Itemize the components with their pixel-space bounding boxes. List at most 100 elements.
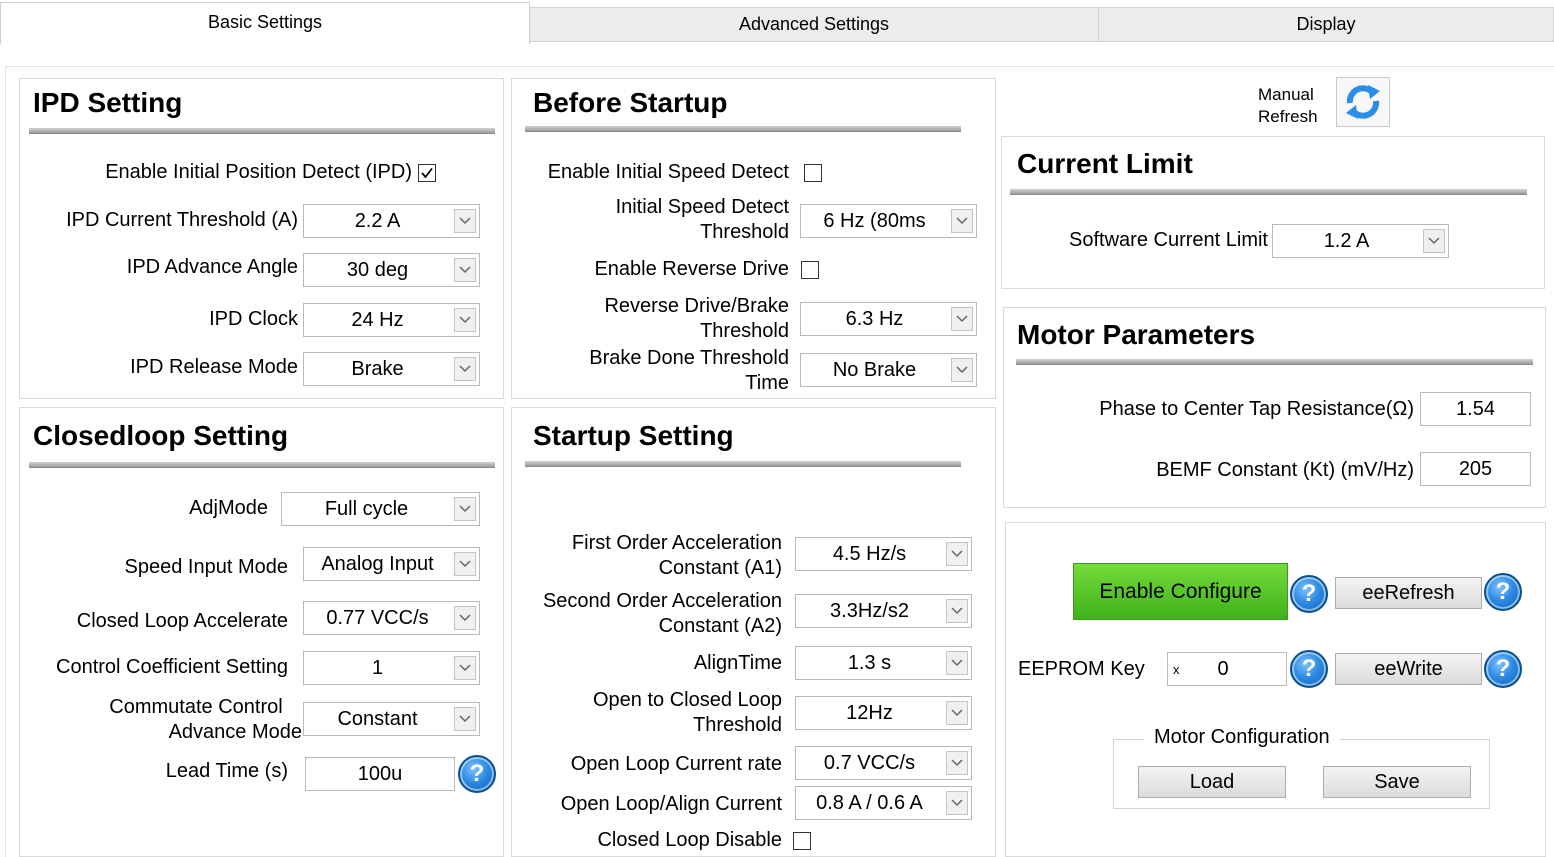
closed-loop-accelerate-select[interactable]: 0.77 VCC/s xyxy=(303,601,480,635)
chevron-down-icon[interactable] xyxy=(946,791,968,815)
motor-parameters-title-bar xyxy=(1016,359,1533,365)
tab-basic-settings[interactable]: Basic Settings xyxy=(0,2,530,44)
commutate-control-select[interactable]: Constant xyxy=(303,702,480,736)
commutate-control-label: Commutate Control Advance Mode xyxy=(109,696,302,743)
sw-current-limit-select[interactable]: 1.2 A xyxy=(1272,224,1449,258)
reverse-threshold-label: Reverse Drive/Brake Threshold xyxy=(604,295,789,342)
control-coefficient-label: Control Coefficient Setting xyxy=(56,656,288,678)
reverse-drive-label: Enable Reverse Drive xyxy=(594,258,789,280)
chevron-down-icon[interactable] xyxy=(946,542,968,566)
current-limit-title-bar xyxy=(1010,189,1527,195)
chevron-down-icon[interactable] xyxy=(951,358,973,382)
resistance-input[interactable]: 1.54 xyxy=(1420,392,1531,426)
tab-bar: Advanced Settings Display Basic Settings xyxy=(0,0,1554,44)
chevron-down-icon[interactable] xyxy=(946,651,968,675)
ipd-current-threshold-label: IPD Current Threshold (A) xyxy=(66,209,298,231)
a2-label: Second Order Acceleration Constant (A2) xyxy=(542,590,782,637)
motor-parameters-title: Motor Parameters xyxy=(1017,319,1256,350)
load-button[interactable]: Load xyxy=(1138,766,1286,798)
closed-loop-disable-checkbox[interactable] xyxy=(793,832,811,850)
ol-align-current-select[interactable]: 0.8 A / 0.6 A xyxy=(795,786,972,820)
align-time-label: AlignTime xyxy=(693,652,782,674)
closedloop-setting-title: Closedloop Setting xyxy=(33,420,289,451)
chevron-down-icon[interactable] xyxy=(454,606,476,630)
chevron-down-icon[interactable] xyxy=(454,656,476,680)
eerefresh-help-icon[interactable]: ? xyxy=(1484,573,1522,611)
enable-configure-button[interactable]: Enable Configure xyxy=(1073,563,1288,620)
chevron-down-icon[interactable] xyxy=(454,497,476,521)
chevron-down-icon[interactable] xyxy=(454,357,476,381)
closed-loop-disable-label: Closed Loop Disable xyxy=(597,829,782,851)
refresh-icon xyxy=(1346,85,1380,119)
eerefresh-button[interactable]: eeRefresh xyxy=(1335,577,1482,609)
startup-setting-title: Startup Setting xyxy=(533,420,734,451)
ipd-release-mode-label: IPD Release Mode xyxy=(130,356,298,378)
enable-configure-help-icon[interactable]: ? xyxy=(1290,575,1328,613)
startup-title-bar xyxy=(525,461,961,467)
tab-advanced-settings[interactable]: Advanced Settings xyxy=(528,7,1100,41)
bemf-constant-input[interactable]: 205 xyxy=(1420,452,1531,486)
ol-current-rate-label: Open Loop Current rate xyxy=(570,753,782,775)
lead-time-input[interactable]: 100u xyxy=(305,757,455,791)
reverse-drive-checkbox[interactable] xyxy=(801,261,819,279)
ol-current-rate-select[interactable]: 0.7 VCC/s xyxy=(795,746,972,780)
ipd-current-threshold-select[interactable]: 2.2 A xyxy=(303,204,480,238)
reverse-threshold-select[interactable]: 6.3 Hz xyxy=(800,302,977,336)
before-startup-title-bar xyxy=(525,126,961,132)
chevron-down-icon[interactable] xyxy=(454,308,476,332)
bemf-constant-label: BEMF Constant (Kt) (mV/Hz) xyxy=(1156,459,1414,481)
closed-loop-accelerate-label: Closed Loop Accelerate xyxy=(76,610,288,632)
adjmode-label: AdjMode xyxy=(189,497,268,519)
ipd-enable-checkbox[interactable] xyxy=(418,164,436,182)
chevron-down-icon[interactable] xyxy=(454,552,476,576)
ipd-setting-title: IPD Setting xyxy=(33,87,183,118)
ipd-release-mode-select[interactable]: Brake xyxy=(303,352,480,386)
save-button[interactable]: Save xyxy=(1323,766,1471,798)
lead-time-label: Lead Time (s) xyxy=(165,760,288,782)
eewrite-help-icon[interactable]: ? xyxy=(1484,650,1522,688)
align-time-select[interactable]: 1.3 s xyxy=(795,646,972,680)
ipd-advance-angle-label: IPD Advance Angle xyxy=(126,256,298,278)
isd-enable-label: Enable Initial Speed Detect xyxy=(547,161,789,183)
chevron-down-icon[interactable] xyxy=(946,701,968,725)
a2-select[interactable]: 3.3Hz/s2 xyxy=(795,594,972,628)
before-startup-title: Before Startup xyxy=(533,87,728,118)
open-to-closed-label: Open to Closed Loop Threshold xyxy=(592,689,782,736)
chevron-down-icon[interactable] xyxy=(454,707,476,731)
chevron-down-icon[interactable] xyxy=(951,209,973,233)
manual-refresh-label: Manual Refresh xyxy=(1258,85,1318,126)
chevron-down-icon[interactable] xyxy=(454,209,476,233)
resistance-label: Phase to Center Tap Resistance(Ω) xyxy=(1099,398,1414,420)
brake-done-select[interactable]: No Brake xyxy=(800,353,977,387)
adjmode-select[interactable]: Full cycle xyxy=(281,492,480,526)
speed-input-mode-label: Speed Input Mode xyxy=(124,556,288,578)
speed-input-mode-select[interactable]: Analog Input xyxy=(303,547,480,581)
control-coefficient-select[interactable]: 1 xyxy=(303,651,480,685)
a1-select[interactable]: 4.5 Hz/s xyxy=(795,537,972,571)
chevron-down-icon[interactable] xyxy=(946,751,968,775)
eeprom-key-input[interactable]: x 0 xyxy=(1167,652,1287,686)
ipd-title-bar xyxy=(29,128,495,134)
eeprom-key-help-icon[interactable]: ? xyxy=(1290,650,1328,688)
isd-threshold-label: Initial Speed Detect Threshold xyxy=(615,196,789,243)
chevron-down-icon[interactable] xyxy=(1423,229,1445,253)
lead-time-help-icon[interactable]: ? xyxy=(458,755,496,793)
chevron-down-icon[interactable] xyxy=(946,599,968,623)
eewrite-button[interactable]: eeWrite xyxy=(1335,653,1482,685)
closedloop-title-bar xyxy=(29,462,495,468)
ipd-clock-label: IPD Clock xyxy=(209,308,298,330)
brake-done-label: Brake Done Threshold Time xyxy=(589,347,789,394)
sw-current-limit-label: Software Current Limit xyxy=(1069,229,1268,251)
key-value: 0 xyxy=(1217,657,1229,680)
ipd-clock-select[interactable]: 24 Hz xyxy=(303,303,480,337)
chevron-down-icon[interactable] xyxy=(454,258,476,282)
chevron-down-icon[interactable] xyxy=(951,307,973,331)
isd-threshold-select[interactable]: 6 Hz (80ms xyxy=(800,204,977,238)
open-to-closed-select[interactable]: 12Hz xyxy=(795,696,972,730)
tab-display[interactable]: Display xyxy=(1098,7,1554,41)
ol-align-current-label: Open Loop/Align Current xyxy=(560,793,782,815)
ipd-setting-panel xyxy=(19,78,504,399)
manual-refresh-button[interactable] xyxy=(1336,77,1390,127)
isd-enable-checkbox[interactable] xyxy=(804,164,822,182)
ipd-advance-angle-select[interactable]: 30 deg xyxy=(303,253,480,287)
